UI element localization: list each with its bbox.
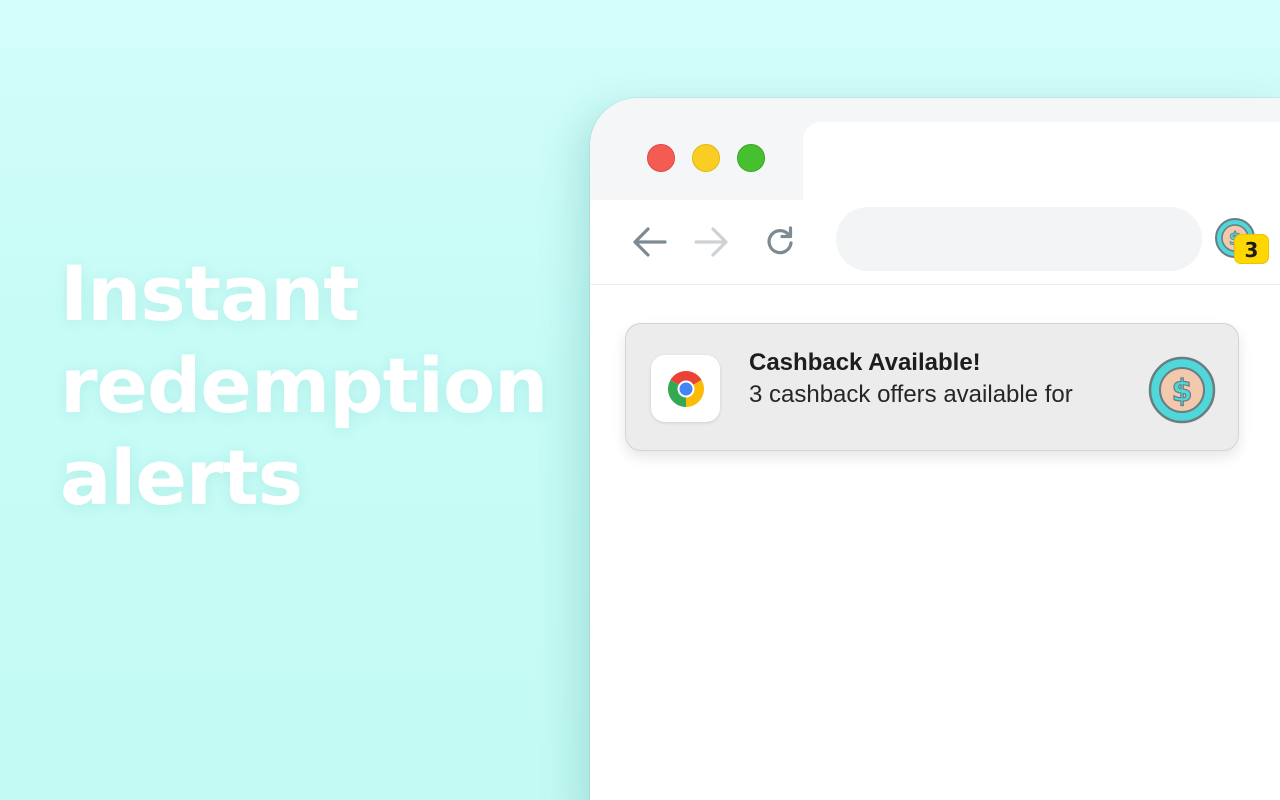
browser-tab[interactable] xyxy=(803,122,1280,202)
reload-icon xyxy=(767,226,793,255)
title-bar xyxy=(590,98,1280,202)
dollar-coin-icon: $ xyxy=(1148,356,1216,424)
extension-badge: 3 xyxy=(1234,234,1269,264)
headline-line-1: Instant xyxy=(60,249,360,338)
headline: Instant redemption alerts xyxy=(60,248,580,524)
cashback-notification[interactable]: Cashback Available! 3 cashback offers av… xyxy=(625,323,1239,451)
browser-toolbar: $ 3 xyxy=(590,200,1280,285)
back-button[interactable] xyxy=(630,222,670,262)
address-bar[interactable] xyxy=(836,207,1202,271)
forward-button[interactable] xyxy=(691,222,731,262)
maximize-window-button[interactable] xyxy=(737,144,765,172)
svg-text:$: $ xyxy=(1172,374,1193,409)
notification-title: Cashback Available! xyxy=(749,349,981,376)
chrome-icon xyxy=(667,370,704,407)
arrow-left-icon xyxy=(633,227,667,257)
headline-line-3: alerts xyxy=(60,433,303,522)
reload-button[interactable] xyxy=(760,222,800,262)
notification-body: 3 cashback offers available for xyxy=(749,381,1073,408)
headline-line-2: redemption xyxy=(60,341,548,430)
extension-button[interactable]: $ 3 xyxy=(1214,214,1274,274)
browser-window: $ 3 Cashback Available! 3 cashback offer… xyxy=(590,98,1280,800)
close-window-button[interactable] xyxy=(647,144,675,172)
arrow-right-icon xyxy=(694,227,728,257)
minimize-window-button[interactable] xyxy=(692,144,720,172)
app-icon xyxy=(651,355,720,422)
